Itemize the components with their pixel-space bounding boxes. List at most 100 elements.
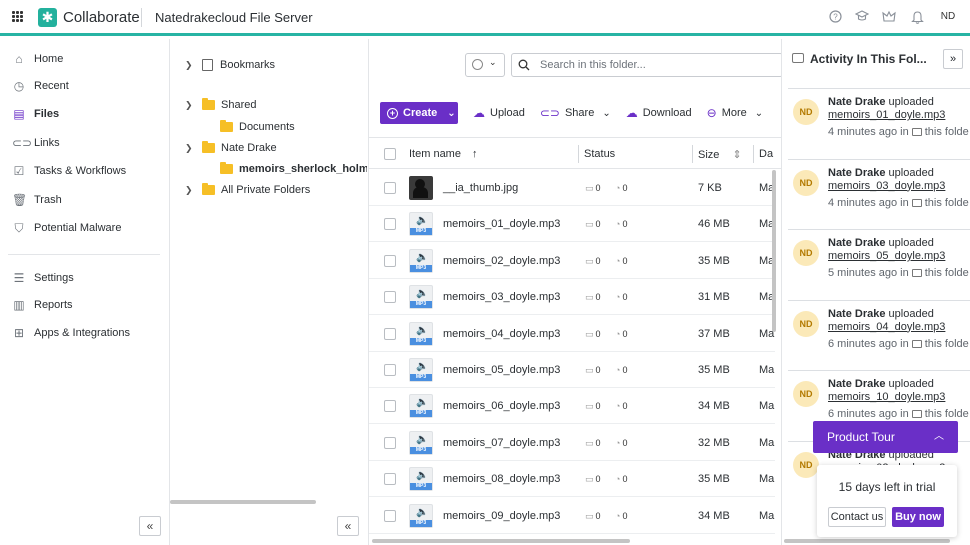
row-checkbox[interactable] [384, 400, 396, 413]
table-row[interactable]: 🔈 MP3 memoirs_07_doyle.mp3 ▭ 0 ◔ 0 32 MB Ma [369, 425, 775, 461]
activity-file-link[interactable]: memoirs_04_doyle.mp3 [828, 321, 945, 333]
download-button[interactable]: ☁ Download [626, 106, 692, 120]
tree-item-selected-folder[interactable]: memoirs_sherlock_holmes_ [220, 161, 367, 177]
sidebar-item-potential-malware[interactable]: ⛉ Potential Malware [12, 219, 121, 237]
versions-count[interactable]: ◔ 0 [615, 183, 627, 193]
versions-count[interactable]: ◔ 0 [615, 292, 627, 302]
chevron-down-icon[interactable]: ❯ [185, 143, 195, 154]
comments-count[interactable]: ▭ 0 [585, 329, 601, 340]
collapse-sidebar-button[interactable]: « [139, 516, 161, 536]
file-list-vertical-scrollbar[interactable] [772, 170, 776, 332]
sidebar-item-tasks[interactable]: ☑ Tasks & Workflows [12, 162, 126, 180]
table-row[interactable]: 🔈 MP3 memoirs_06_doyle.mp3 ▭ 0 ◔ 0 34 MB Ma [369, 388, 775, 425]
activity-file-link[interactable]: memoirs_05_doyle.mp3 [828, 250, 945, 262]
column-divider[interactable] [692, 145, 693, 163]
sidebar-item-recent[interactable]: ◷ Recent [12, 77, 69, 95]
sidebar-item-settings[interactable]: ☰ Settings [12, 269, 74, 287]
sidebar-item-links[interactable]: ⊂⊃ Links [12, 134, 60, 152]
versions-count[interactable]: ◔ 0 [615, 511, 627, 521]
activity-location[interactable]: this folde [925, 267, 969, 279]
comments-count[interactable]: ▭ 0 [585, 183, 601, 194]
row-checkbox[interactable] [384, 436, 396, 449]
comments-count[interactable]: ▭ 0 [585, 219, 601, 230]
sidebar-item-reports[interactable]: ▥ Reports [12, 296, 72, 314]
table-row[interactable]: 🔈 MP3 memoirs_09_doyle.mp3 ▭ 0 ◔ 0 34 MB Ma [369, 498, 775, 534]
view-selector[interactable]: ⌄ [465, 53, 505, 77]
file-name[interactable]: memoirs_03_doyle.mp3 [443, 291, 560, 303]
collapse-tree-button[interactable]: « [337, 516, 359, 536]
table-row[interactable]: 🔈 MP3 memoirs_08_doyle.mp3 ▭ 0 ◔ 0 35 MB Ma [369, 461, 775, 498]
file-list-horizontal-scrollbar[interactable] [372, 539, 630, 543]
column-size[interactable]: Size ⇕ [698, 148, 742, 161]
table-row[interactable]: 🔈 MP3 memoirs_05_doyle.mp3 ▭ 0 ◔ 0 35 MB Ma [369, 352, 775, 388]
activity-file-link[interactable]: memoirs_01_doyle.mp3 [828, 109, 945, 121]
row-checkbox[interactable] [384, 218, 396, 231]
share-button[interactable]: ⊂⊃ Share ⌄ [540, 106, 611, 120]
sidebar-item-apps-integrations[interactable]: ⊞ Apps & Integrations [12, 324, 130, 342]
gift-icon[interactable] [882, 10, 896, 24]
tree-item-bookmarks[interactable]: ❯ Bookmarks [185, 57, 275, 73]
search-field[interactable]: Search in this folder... [511, 53, 783, 77]
file-name[interactable]: __ia_thumb.jpg [443, 182, 518, 194]
comments-count[interactable]: ▭ 0 [585, 511, 601, 522]
notifications-bell-icon[interactable] [910, 10, 924, 24]
row-checkbox[interactable] [384, 291, 396, 304]
chevron-right-icon[interactable]: ❯ [185, 185, 195, 196]
versions-count[interactable]: ◔ 0 [615, 256, 627, 266]
file-name[interactable]: memoirs_02_doyle.mp3 [443, 255, 560, 267]
sidebar-item-trash[interactable]: 🗑 Trash [12, 191, 62, 209]
chevron-right-icon[interactable]: ❯ [185, 60, 195, 71]
activity-file-link[interactable]: memoirs_10_doyle.mp3 [828, 391, 945, 403]
more-button[interactable]: ⊖ More ⌄ [707, 106, 764, 120]
activity-location[interactable]: this folde [925, 338, 969, 350]
sidebar-item-home[interactable]: ⌂ Home [12, 50, 63, 68]
activity-location[interactable]: this folde [925, 126, 969, 138]
collapse-activity-button[interactable]: » [943, 49, 963, 69]
column-divider[interactable] [578, 145, 579, 163]
row-checkbox[interactable] [384, 182, 396, 194]
comments-count[interactable]: ▭ 0 [585, 365, 601, 376]
chevron-down-icon[interactable]: ❯ [185, 100, 195, 111]
row-checkbox[interactable] [384, 327, 396, 340]
versions-count[interactable]: ◔ 0 [615, 219, 627, 229]
search-input[interactable]: Search in this folder... [540, 59, 646, 71]
row-checkbox[interactable] [384, 509, 396, 522]
file-name[interactable]: memoirs_09_doyle.mp3 [443, 510, 560, 522]
row-checkbox[interactable] [384, 254, 396, 267]
file-name[interactable]: memoirs_07_doyle.mp3 [443, 437, 560, 449]
activity-location[interactable]: this folde [925, 197, 969, 209]
file-name[interactable]: memoirs_05_doyle.mp3 [443, 364, 560, 376]
activity-location[interactable]: this folde [925, 408, 969, 420]
learning-icon[interactable] [854, 10, 870, 24]
file-name[interactable]: memoirs_08_doyle.mp3 [443, 473, 560, 485]
column-divider[interactable] [753, 145, 754, 163]
versions-count[interactable]: ◔ 0 [615, 401, 627, 411]
product-tour-button[interactable]: Product Tour ︿ [813, 421, 958, 453]
comments-count[interactable]: ▭ 0 [585, 256, 601, 267]
app-grid-icon[interactable] [12, 11, 24, 23]
comments-count[interactable]: ▭ 0 [585, 292, 601, 303]
versions-count[interactable]: ◔ 0 [615, 438, 627, 448]
buy-now-button[interactable]: Buy now [892, 507, 944, 527]
column-status[interactable]: Status [584, 148, 615, 160]
comments-count[interactable]: ▭ 0 [585, 401, 601, 412]
contact-us-button[interactable]: Contact us [828, 507, 886, 527]
row-checkbox[interactable] [384, 473, 396, 486]
table-row[interactable]: __ia_thumb.jpg ▭ 0 ◔ 0 7 KB Ma [369, 170, 775, 206]
user-avatar[interactable]: ND [937, 6, 959, 28]
file-name[interactable]: memoirs_04_doyle.mp3 [443, 328, 560, 340]
sidebar-item-files[interactable]: ▤ Files [12, 105, 59, 123]
tree-item-documents[interactable]: Documents [220, 119, 295, 135]
tree-item-shared[interactable]: ❯ Shared [185, 97, 256, 113]
help-icon[interactable]: ? [828, 10, 842, 24]
file-name[interactable]: memoirs_06_doyle.mp3 [443, 400, 560, 412]
row-checkbox[interactable] [384, 364, 396, 376]
versions-count[interactable]: ◔ 0 [615, 474, 627, 484]
versions-count[interactable]: ◔ 0 [615, 329, 627, 339]
table-row[interactable]: 🔈 MP3 memoirs_04_doyle.mp3 ▭ 0 ◔ 0 37 MB Ma [369, 316, 775, 352]
column-item-name[interactable]: Item name ↑ [409, 148, 478, 160]
upload-button[interactable]: ☁ Upload [473, 106, 525, 120]
comments-count[interactable]: ▭ 0 [585, 474, 601, 485]
table-row[interactable]: 🔈 MP3 memoirs_03_doyle.mp3 ▭ 0 ◔ 0 31 MB Ma [369, 279, 775, 316]
activity-horizontal-scrollbar[interactable] [784, 539, 950, 543]
